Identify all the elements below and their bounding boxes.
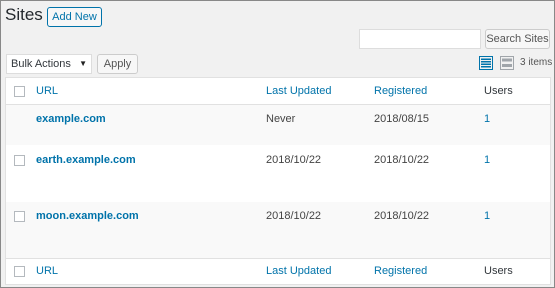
users-count-link[interactable]: 1 [484, 154, 490, 166]
row-checkbox[interactable] [14, 155, 25, 166]
column-footer-users: Users [484, 265, 513, 277]
search-input[interactable] [359, 29, 481, 49]
registered-value: 2018/10/22 [374, 210, 430, 222]
add-new-button[interactable]: Add New [47, 7, 102, 27]
table-row: earth.example.com 2018/10/22 2018/10/22 … [6, 145, 550, 202]
search-sites-button[interactable]: Search Sites [485, 29, 550, 49]
column-header-url[interactable]: URL [36, 85, 58, 97]
last-updated-value: 2018/10/22 [266, 210, 322, 222]
last-updated-value: 2018/10/22 [266, 154, 322, 166]
users-count-link[interactable]: 1 [484, 210, 490, 222]
sites-table: URL Last Updated Registered Users exampl… [5, 77, 551, 285]
column-header-last-updated[interactable]: Last Updated [266, 85, 331, 97]
column-footer-url[interactable]: URL [36, 265, 58, 277]
column-footer-last-updated[interactable]: Last Updated [266, 265, 331, 277]
footer-divider [6, 258, 550, 259]
column-header-users: Users [484, 85, 513, 97]
apply-button[interactable]: Apply [97, 54, 138, 74]
bulk-actions-select[interactable]: Bulk Actions ▼ [6, 54, 92, 74]
excerpt-view-icon[interactable] [500, 56, 514, 70]
table-row: moon.example.com 2018/10/22 2018/10/22 1 [6, 202, 550, 258]
dropdown-arrow-icon: ▼ [79, 59, 87, 68]
page-title: Sites [5, 5, 43, 24]
list-view-icon[interactable] [479, 56, 493, 70]
row-checkbox[interactable] [14, 211, 25, 222]
site-url-link[interactable]: example.com [36, 113, 106, 125]
select-all-checkbox[interactable] [14, 86, 25, 97]
item-count: 3 items [520, 57, 553, 68]
site-url-link[interactable]: earth.example.com [36, 154, 136, 166]
select-all-checkbox-footer[interactable] [14, 266, 25, 277]
registered-value: 2018/10/22 [374, 154, 430, 166]
bulk-actions-selected: Bulk Actions [11, 58, 71, 70]
users-count-link[interactable]: 1 [484, 113, 490, 125]
table-row: example.com Never 2018/08/15 1 [6, 105, 550, 145]
column-header-registered[interactable]: Registered [374, 85, 427, 97]
registered-value: 2018/08/15 [374, 113, 430, 125]
column-footer-registered[interactable]: Registered [374, 265, 427, 277]
last-updated-value: Never [266, 113, 296, 125]
site-url-link[interactable]: moon.example.com [36, 210, 139, 222]
